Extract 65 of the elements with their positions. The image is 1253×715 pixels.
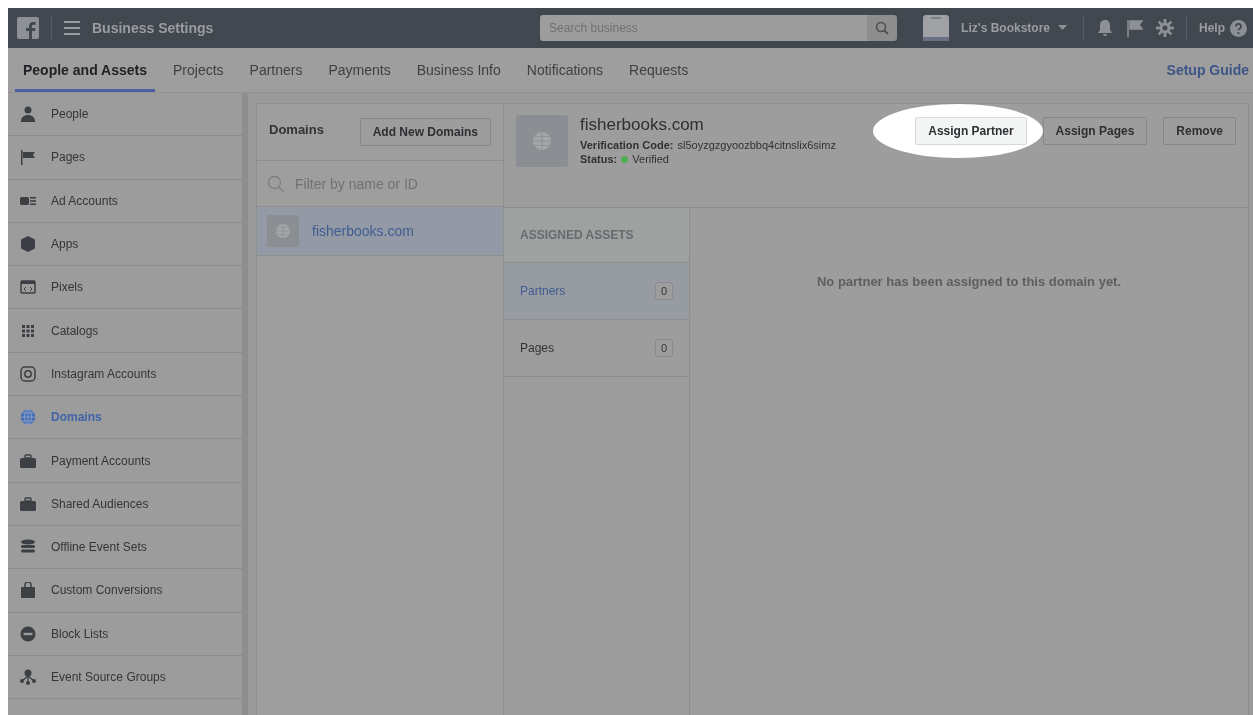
flag-icon[interactable] (1126, 19, 1144, 37)
code-window-icon (20, 279, 36, 296)
action-button[interactable]: Remove (1163, 117, 1236, 145)
search-icon (875, 21, 890, 35)
sidebar-item[interactable]: Instagram Accounts (8, 352, 242, 397)
sidebar-item[interactable]: Pages (8, 136, 242, 180)
domain-list-item[interactable]: fisherbooks.com (257, 207, 503, 256)
panel-title: Domains (269, 121, 324, 137)
briefcase-icon (20, 495, 36, 512)
sidebar-item[interactable]: Payment Accounts (8, 439, 242, 483)
verification-label: Verification Code: (580, 139, 674, 151)
action-button[interactable]: Assign Pages (1042, 117, 1148, 145)
sidebar-item[interactable]: Offline Event Sets (8, 525, 242, 570)
caret-icon (1058, 25, 1067, 31)
settings-icon[interactable] (1156, 19, 1174, 37)
empty-message: No partner has been assigned to this domain yet. (816, 274, 1122, 291)
nav-tab[interactable]: Partners (241, 48, 311, 92)
nav-tab[interactable]: Requests (621, 48, 697, 92)
nodes-icon (20, 669, 36, 685)
status-label: Status: (580, 153, 618, 165)
app-title: Business Settings (92, 20, 214, 36)
menu-icon[interactable] (64, 21, 80, 35)
globe-icon (267, 215, 299, 247)
sidebar-item[interactable]: Ad Accounts (8, 179, 242, 223)
asset-tab[interactable]: Partners 0 (504, 263, 689, 320)
nav-tab[interactable]: Business Info (408, 48, 509, 92)
section-heading: ASSIGNED ASSETS (504, 208, 689, 263)
domain-name: fisherbooks.com (580, 115, 705, 135)
nav-tab[interactable]: Notifications (518, 48, 612, 92)
add-domains-button[interactable]: Add New Domains (359, 118, 491, 146)
count-badge: 0 (654, 339, 673, 357)
help-button[interactable]: Help (1199, 19, 1253, 37)
bell-icon[interactable] (1096, 19, 1114, 37)
grid-icon (20, 322, 36, 339)
search-button[interactable] (867, 15, 898, 41)
flag-icon (20, 149, 36, 166)
logo-icon[interactable] (17, 17, 39, 39)
globe-icon (516, 115, 568, 167)
search-icon (267, 174, 285, 193)
sidebar-item[interactable]: Custom Conversions (8, 569, 242, 613)
asset-tab[interactable]: Pages 0 (504, 320, 689, 377)
window-icon (923, 15, 950, 41)
sidebar-item[interactable]: Block Lists (8, 612, 242, 656)
status-text: Verified (632, 153, 669, 165)
count-badge: 0 (654, 282, 673, 300)
person-icon (20, 106, 36, 123)
database-icon (20, 539, 36, 556)
status-dot (621, 155, 629, 163)
sidebar-item[interactable]: Event Source Groups (8, 655, 242, 700)
help-icon (1230, 19, 1247, 37)
sidebar-item[interactable]: Catalogs (8, 309, 242, 353)
briefcase-icon (20, 452, 36, 469)
sidebar-item[interactable]: Pixels (8, 266, 242, 310)
sidebar-item[interactable]: People (8, 93, 242, 137)
minus-circle-icon (20, 625, 36, 642)
action-button[interactable]: Assign Partner (915, 117, 1027, 145)
nav-tab[interactable]: Payments (320, 48, 399, 92)
sidebar-item[interactable]: Shared Audiences (8, 482, 242, 526)
globe-icon (20, 409, 36, 426)
verification-code: sl5oyzgzgyoozbbq4citnslix6simz (677, 139, 836, 151)
camera-icon (20, 365, 36, 382)
account-dropdown[interactable]: Liz's Bookstore (961, 21, 1067, 35)
sidebar-item[interactable]: Apps (8, 222, 242, 267)
setup-guide-link[interactable]: Setup Guide (1166, 62, 1249, 78)
nav-tab[interactable]: Projects (165, 48, 232, 92)
